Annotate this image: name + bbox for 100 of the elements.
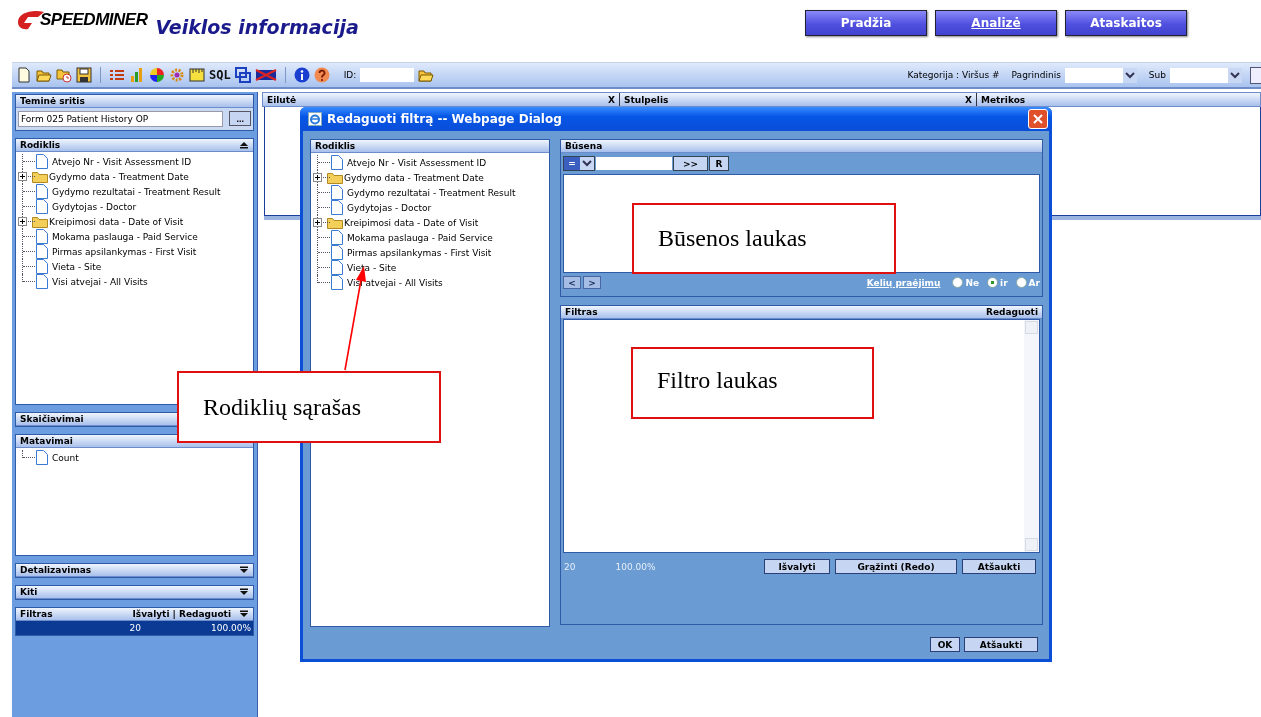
filter-count: 20: [564, 561, 576, 572]
bar-chart-icon[interactable]: [129, 67, 145, 83]
collapse-icon[interactable]: [239, 141, 249, 149]
operator-select[interactable]: =: [563, 156, 595, 171]
expand-icon[interactable]: [18, 217, 27, 226]
nav-button[interactable]: Ataskaitos: [1065, 10, 1187, 36]
tree-item[interactable]: Visi atvejai - All Visits: [52, 276, 148, 287]
category-label: Kategorija : Viršus #: [907, 70, 1000, 80]
browser-icon: [308, 112, 322, 126]
radio-button[interactable]: [987, 277, 999, 288]
dialog-button[interactable]: OK: [930, 637, 960, 652]
tree-item[interactable]: Gydymo data - Treatment Date: [344, 172, 484, 183]
filter-button[interactable]: Atšaukti: [962, 559, 1036, 574]
tree-item[interactable]: Atvejo Nr - Visit Assessment ID: [52, 156, 192, 167]
save-icon[interactable]: [76, 67, 92, 83]
nav-button[interactable]: Pradžia: [805, 10, 927, 36]
radio-button[interactable]: [1015, 277, 1027, 288]
tree-item[interactable]: Gydymo data - Treatment Date: [49, 171, 189, 182]
reset-button[interactable]: R: [709, 156, 729, 171]
flag-icon[interactable]: [254, 67, 277, 83]
file-icon: [36, 154, 48, 169]
value-input-field[interactable]: [596, 157, 672, 170]
sql-button[interactable]: SQL: [209, 68, 231, 82]
tree-item[interactable]: Gydymo rezultatai - Treatment Result: [52, 186, 221, 197]
browse-button[interactable]: ...: [229, 111, 251, 126]
tree-item[interactable]: Vieta - Site: [347, 262, 397, 273]
logo-text: SPEEDMINER: [40, 10, 148, 30]
dialog-title: Redaguoti filtrą -- Webpage Dialog: [327, 112, 562, 126]
chevron-down-icon[interactable]: [1228, 67, 1242, 83]
file-icon: [331, 155, 343, 170]
help-icon[interactable]: [313, 67, 330, 83]
tree-item[interactable]: Kreipimosi data - Date of Visit: [344, 217, 479, 228]
collapse-icon[interactable]: [239, 610, 249, 618]
tree-item[interactable]: Mokama paslauga - Paid Service: [52, 231, 198, 242]
close-icon: [1033, 114, 1043, 124]
chevron-down-icon[interactable]: [1122, 67, 1137, 83]
tree-item[interactable]: Gydytojas - Doctor: [52, 201, 137, 212]
previous-button[interactable]: <: [563, 276, 581, 289]
file-icon: [331, 185, 343, 200]
file-icon: [331, 275, 343, 290]
tree-item[interactable]: Vieta - Site: [52, 261, 102, 272]
tree-item[interactable]: Count: [52, 452, 79, 463]
tree-item[interactable]: Kreipimosi data - Date of Visit: [49, 216, 184, 227]
tree-item[interactable]: Mokama paslauga - Paid Service: [347, 232, 493, 243]
scheduled-folder-icon[interactable]: [56, 67, 72, 83]
new-file-icon[interactable]: [16, 67, 32, 83]
add-button[interactable]: >>: [673, 156, 708, 171]
file-icon: [331, 260, 343, 275]
edit-link[interactable]: Redaguoti: [986, 306, 1038, 318]
panel-header: Būsena: [561, 140, 1042, 153]
panel-header: Rodiklis: [311, 140, 549, 153]
color-wheel-icon[interactable]: [149, 67, 165, 83]
id-input-field[interactable]: [360, 68, 415, 82]
remove-button[interactable]: X: [965, 94, 972, 105]
chevron-down-icon[interactable]: [580, 157, 594, 170]
sub-select-field[interactable]: [1170, 67, 1242, 83]
tree-item[interactable]: Gydymo rezultatai - Treatment Result: [347, 187, 516, 198]
annotation-tooltip: Filtro laukas: [631, 347, 874, 419]
ruler-icon[interactable]: [189, 67, 205, 83]
tree-item[interactable]: Pirmas apsilankymas - First Visit: [347, 247, 492, 258]
filter-actions[interactable]: Išvalyti | Redaguoti: [132, 608, 231, 620]
open-folder-icon[interactable]: [36, 67, 52, 83]
tree-item[interactable]: Gydytojas - Doctor: [347, 202, 432, 213]
tree-item[interactable]: Atvejo Nr - Visit Assessment ID: [347, 157, 487, 168]
panel-title: Rodiklis: [20, 139, 61, 151]
primary-select-field[interactable]: [1064, 67, 1137, 83]
panel-header: Teminė sritis: [16, 95, 253, 108]
next-button[interactable]: >: [583, 276, 601, 289]
column-header: Metrikos: [981, 94, 1026, 105]
dialog-button[interactable]: Atšaukti: [964, 637, 1038, 652]
list-icon[interactable]: [109, 67, 125, 83]
scrollbar[interactable]: [1024, 320, 1039, 552]
filter-percent: 100.00%: [615, 561, 656, 572]
file-icon: [331, 245, 343, 260]
subject-field[interactable]: Form 025 Patient History OP: [18, 111, 224, 127]
windows-icon[interactable]: [234, 67, 251, 83]
radio-button[interactable]: [952, 277, 964, 288]
gear-icon[interactable]: [169, 67, 185, 83]
nav-button[interactable]: Analizė: [935, 10, 1057, 36]
panel-title: Filtras: [565, 306, 598, 318]
expand-icon[interactable]: [313, 173, 322, 182]
primary-label: Pagrindinis: [1011, 70, 1061, 80]
panel-title: Filtras: [20, 608, 53, 620]
radio-label: Ar: [1028, 277, 1040, 288]
filter-button[interactable]: Grąžinti (Redo): [835, 559, 957, 574]
file-icon: [36, 259, 48, 274]
annotation-tooltip: Būsenos laukas: [632, 203, 896, 274]
collapse-icon[interactable]: [239, 566, 249, 574]
expand-icon[interactable]: [313, 218, 322, 227]
file-icon: [36, 244, 48, 259]
file-icon: [36, 199, 48, 214]
tree-item[interactable]: Pirmas apsilankymas - First Visit: [52, 246, 197, 257]
close-button[interactable]: [1028, 109, 1048, 129]
filter-button[interactable]: Išvalyti: [764, 559, 830, 574]
remove-button[interactable]: X: [608, 94, 615, 105]
open-folder-icon[interactable]: [418, 67, 435, 83]
toolbar-field[interactable]: [1250, 66, 1261, 84]
info-icon[interactable]: [293, 67, 310, 83]
expand-icon[interactable]: [18, 172, 27, 181]
collapse-icon[interactable]: [239, 588, 249, 596]
